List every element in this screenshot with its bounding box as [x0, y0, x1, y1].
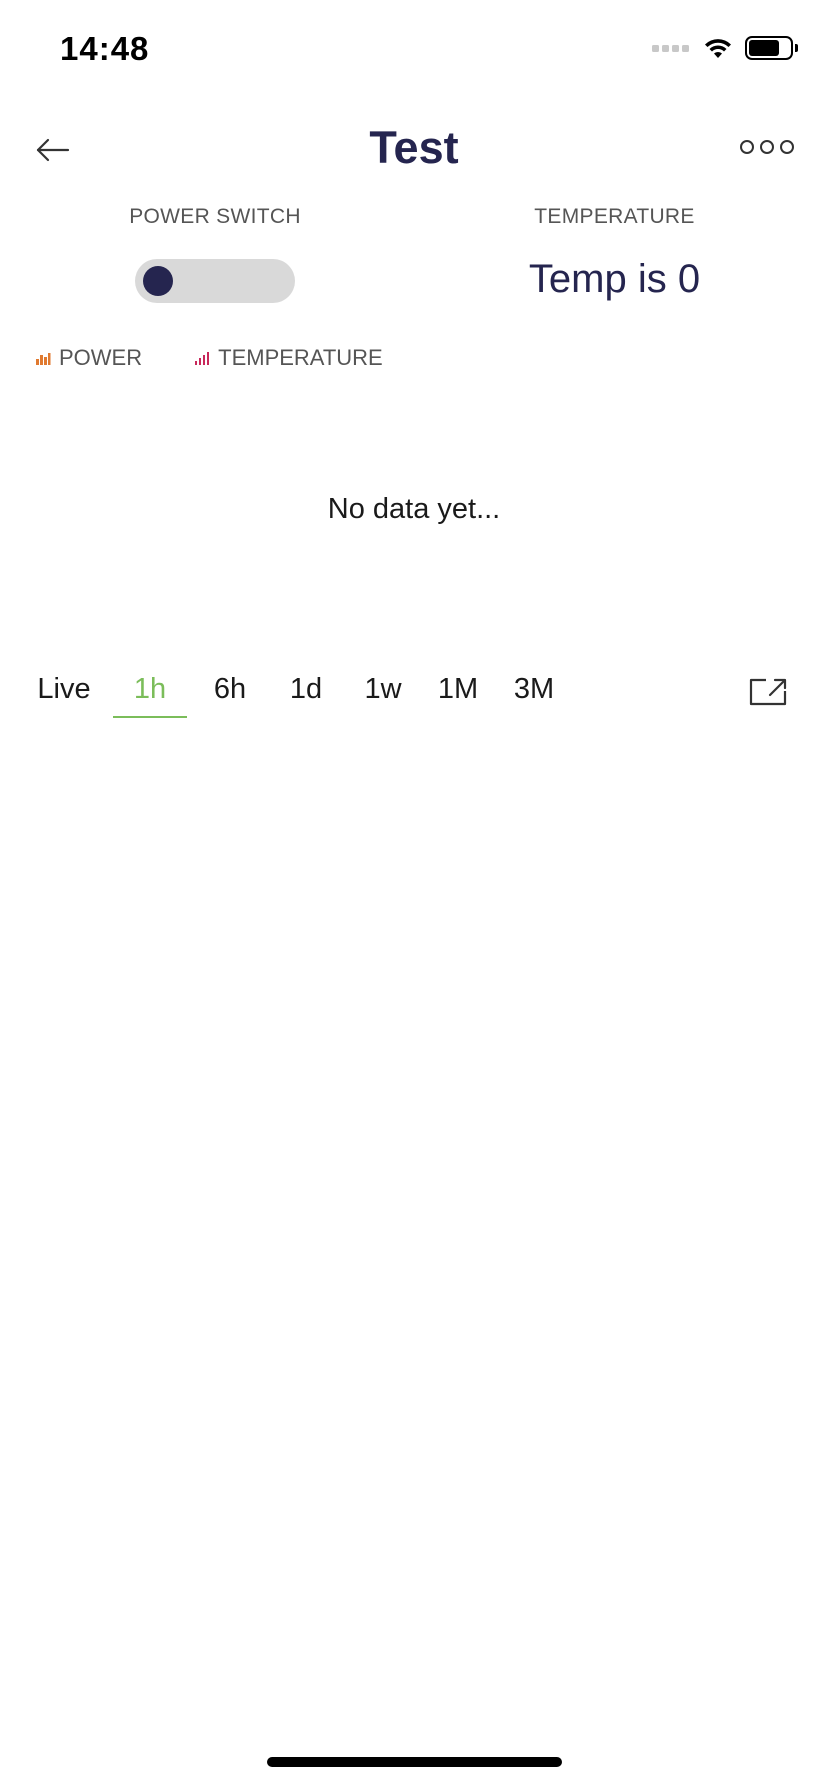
toggle-knob	[143, 266, 173, 296]
status-bar: 14:48	[0, 0, 828, 100]
cellular-signal-icon	[652, 44, 689, 52]
temperature-label: TEMPERATURE	[534, 205, 695, 228]
power-toggle[interactable]	[135, 259, 295, 303]
tab-1w[interactable]: 1w	[359, 665, 407, 716]
status-time: 14:48	[60, 30, 150, 67]
legend-label: POWER	[59, 345, 143, 370]
temperature-value: Temp is 0	[528, 257, 701, 301]
power-switch-widget: POWER SWITCH	[95, 205, 335, 303]
dot-icon	[780, 140, 794, 154]
time-range-tabs: Live 1h 6h 1d 1w 1M 3M	[35, 665, 559, 718]
export-button[interactable]	[748, 677, 788, 707]
tab-6h[interactable]: 6h	[207, 665, 253, 716]
header: Test	[0, 110, 828, 190]
external-link-icon	[749, 678, 787, 706]
wifi-icon	[705, 39, 731, 58]
battery-icon	[745, 36, 798, 60]
temperature-widget: TEMPERATURE Temp is 0	[492, 205, 737, 302]
legend-label: TEMPERATURE	[218, 345, 383, 370]
power-switch-label: POWER SWITCH	[129, 205, 301, 228]
home-indicator[interactable]	[267, 1757, 562, 1767]
dot-icon	[740, 140, 754, 154]
tab-live[interactable]: Live	[35, 665, 93, 716]
bar-chart-icon	[36, 353, 51, 365]
bar-chart-icon	[195, 352, 210, 365]
tab-1m[interactable]: 1M	[433, 665, 483, 716]
more-options-button[interactable]	[740, 140, 794, 154]
legend-item-power[interactable]: POWER	[35, 345, 142, 371]
status-icons	[652, 36, 798, 60]
tab-1h[interactable]: 1h	[113, 665, 187, 718]
dot-icon	[760, 140, 774, 154]
tab-3m[interactable]: 3M	[509, 665, 559, 716]
chart-legend: POWER TEMPERATURE	[35, 345, 383, 371]
legend-item-temperature[interactable]: TEMPERATURE	[194, 345, 383, 371]
chart-empty-message: No data yet...	[327, 493, 501, 525]
tab-1d[interactable]: 1d	[283, 665, 329, 716]
page-title: Test	[369, 122, 459, 173]
